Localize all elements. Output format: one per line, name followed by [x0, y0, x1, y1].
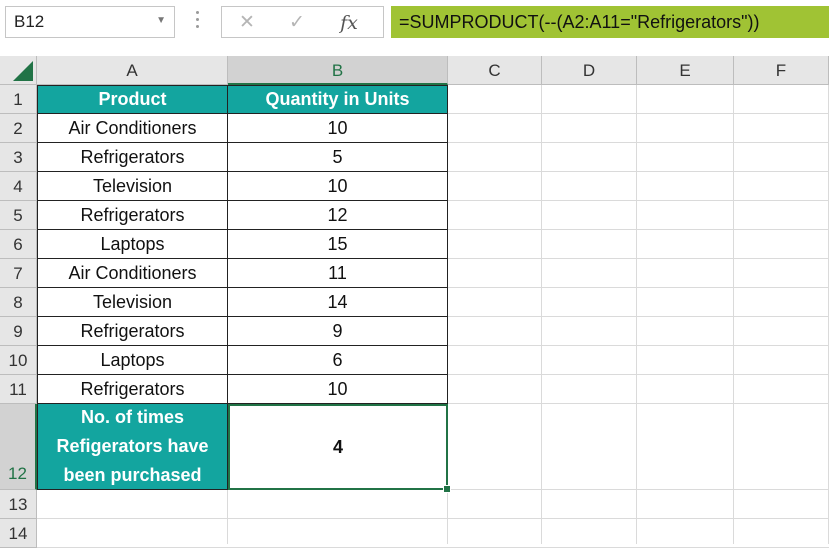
column-header-e[interactable]: E: [637, 56, 734, 85]
row-header-13[interactable]: 13: [0, 490, 37, 519]
name-box-value: B12: [14, 12, 45, 31]
summary-label-line: been purchased: [63, 465, 202, 485]
select-all-button[interactable]: [0, 56, 37, 85]
cell-a8[interactable]: Television: [37, 288, 228, 317]
cell-text: 9: [332, 320, 343, 341]
row-header-3[interactable]: 3: [0, 143, 37, 172]
cell-b4[interactable]: 10: [228, 172, 448, 201]
cell-text: Laptops: [100, 349, 165, 370]
insert-function-icon[interactable]: fx: [334, 10, 364, 36]
formula-buttons: ✕ ✓ fx: [221, 6, 384, 38]
drag-handle-icon[interactable]: [196, 11, 200, 31]
summary-label-cell[interactable]: No. of times Refigerators have been purcha…: [37, 404, 228, 490]
column-header-f[interactable]: F: [734, 56, 829, 85]
gridline: [733, 85, 734, 544]
cell-a5[interactable]: Refrigerators: [37, 201, 228, 230]
cell-text: Refrigerators: [80, 146, 185, 167]
select-all-icon: [13, 61, 33, 81]
row-header-1[interactable]: 1: [0, 85, 37, 114]
gridline: [37, 518, 829, 519]
gridline: [636, 85, 637, 544]
spreadsheet-grid: ABCDEF 1 2 3 4 5 6 7 8 9 10 11 12 13 14 Product Quanti…: [0, 56, 829, 548]
cell-b6[interactable]: 15: [228, 230, 448, 259]
check-icon[interactable]: ✓: [282, 10, 312, 36]
formula-text: =SUMPRODUCT(--(A2:A11="Refrigerators")): [399, 12, 760, 32]
cell-text: 4: [332, 436, 343, 457]
fill-handle[interactable]: [443, 485, 451, 493]
cell-a7[interactable]: Air Conditioners: [37, 259, 228, 288]
row-header-5[interactable]: 5: [0, 201, 37, 230]
cell-text: 10: [327, 175, 348, 196]
row-header-2[interactable]: 2: [0, 114, 37, 143]
cell-text: Product: [98, 89, 167, 109]
row-header-8[interactable]: 8: [0, 288, 37, 317]
column-header-b[interactable]: B: [228, 56, 448, 85]
cell-text: 10: [327, 117, 348, 138]
column-header-c[interactable]: C: [448, 56, 542, 85]
cell-text: 12: [327, 204, 348, 225]
row-header-7[interactable]: 7: [0, 259, 37, 288]
name-box[interactable]: B12 ▼: [5, 6, 175, 38]
cell-text: 5: [332, 146, 343, 167]
cell-b8[interactable]: 14: [228, 288, 448, 317]
result-cell-b12[interactable]: 4: [228, 404, 448, 490]
cell-b10[interactable]: 6: [228, 346, 448, 375]
cell-text: Refrigerators: [80, 204, 185, 225]
cancel-icon[interactable]: ✕: [232, 10, 262, 36]
row-header-10[interactable]: 10: [0, 346, 37, 375]
cell-text: 6: [332, 349, 343, 370]
column-header-d[interactable]: D: [542, 56, 637, 85]
formula-input[interactable]: =SUMPRODUCT(--(A2:A11="Refrigerators")): [391, 6, 829, 38]
formula-bar: B12 ▼ ✕ ✓ fx =SUMPRODUCT(--(A2:A11="Refr…: [0, 0, 829, 46]
cell-text: Refrigerators: [80, 378, 185, 399]
column-header-a[interactable]: A: [37, 56, 228, 85]
cell-b5[interactable]: 12: [228, 201, 448, 230]
cell-text: 15: [327, 233, 348, 254]
cell-b2[interactable]: 10: [228, 114, 448, 143]
cell-a9[interactable]: Refrigerators: [37, 317, 228, 346]
row-header-11[interactable]: 11: [0, 375, 37, 404]
cell-text: 10: [327, 378, 348, 399]
cell-a6[interactable]: Laptops: [37, 230, 228, 259]
cell-text: Television: [92, 291, 173, 312]
cell-b9[interactable]: 9: [228, 317, 448, 346]
cell-b3[interactable]: 5: [228, 143, 448, 172]
summary-label-line: Refigerators have: [56, 436, 209, 456]
cell-b7[interactable]: 11: [228, 259, 448, 288]
cell-text: Quantity in Units: [265, 89, 410, 109]
cell-a11[interactable]: Refrigerators: [37, 375, 228, 404]
cell-text: Refrigerators: [80, 320, 185, 341]
cell-b11[interactable]: 10: [228, 375, 448, 404]
cell-a4[interactable]: Television: [37, 172, 228, 201]
cell-text: 11: [328, 262, 347, 283]
summary-label-line: No. of times: [80, 407, 184, 427]
cell-text: Air Conditioners: [68, 262, 197, 283]
cell-a10[interactable]: Laptops: [37, 346, 228, 375]
cell-text: Television: [92, 175, 173, 196]
header-cell-a1[interactable]: Product: [37, 85, 228, 114]
row-header-9[interactable]: 9: [0, 317, 37, 346]
cell-text: Air Conditioners: [68, 117, 197, 138]
chevron-down-icon[interactable]: ▼: [156, 15, 166, 26]
cell-text: Laptops: [100, 233, 165, 254]
row-header-12[interactable]: 12: [0, 404, 37, 490]
row-header-6[interactable]: 6: [0, 230, 37, 259]
cell-a3[interactable]: Refrigerators: [37, 143, 228, 172]
cell-text: 14: [327, 291, 348, 312]
cell-a2[interactable]: Air Conditioners: [37, 114, 228, 143]
header-cell-b1[interactable]: Quantity in Units: [228, 85, 448, 114]
gridline: [541, 85, 542, 544]
row-header-4[interactable]: 4: [0, 172, 37, 201]
